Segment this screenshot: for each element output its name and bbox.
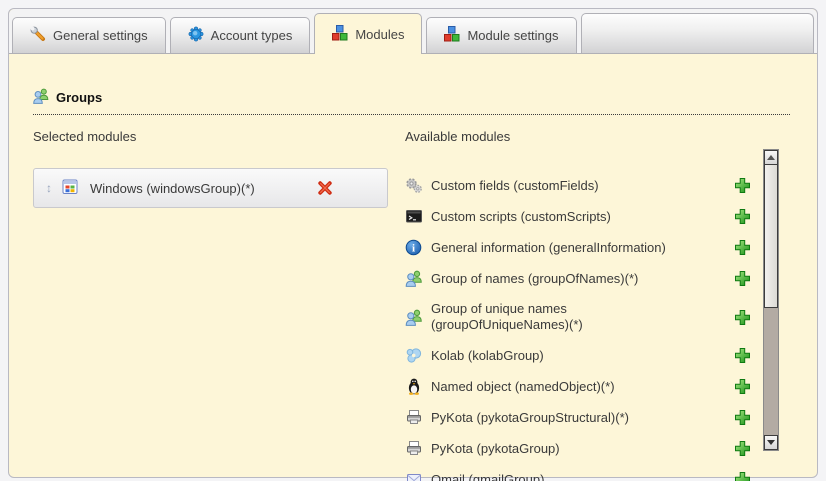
available-modules-column: Available modules Custom fi xyxy=(405,129,779,481)
settings-window: General settings Account types xyxy=(8,8,818,478)
tab-label: Account types xyxy=(211,28,293,43)
cubes-icon xyxy=(444,26,460,45)
delete-x-icon[interactable] xyxy=(317,180,333,196)
penguin-icon xyxy=(405,378,423,395)
blue-gear-icon xyxy=(188,26,204,45)
add-plus-icon[interactable] xyxy=(734,270,751,287)
module-label: Group of names (groupOfNames)(*) xyxy=(431,271,703,287)
printer-icon xyxy=(405,409,423,426)
svg-text:i: i xyxy=(412,243,415,255)
selected-modules-column: Selected modules ↕ Windows (windowsGroup… xyxy=(33,129,405,481)
tab-account-types[interactable]: Account types xyxy=(170,17,311,53)
list-item-kolab: Kolab (kolabGroup) xyxy=(405,340,763,371)
list-item-named-object: Named object (namedObject)(*) xyxy=(405,371,763,402)
add-plus-icon[interactable] xyxy=(734,239,751,256)
scrollbar-track[interactable] xyxy=(764,308,778,435)
groups-icon xyxy=(405,270,423,287)
groups-icon xyxy=(405,309,423,326)
modules-columns: Selected modules ↕ Windows (windowsGroup… xyxy=(33,129,779,481)
tab-modules[interactable]: Modules xyxy=(314,13,422,54)
windows-icon xyxy=(62,179,78,198)
section-heading-groups: Groups xyxy=(33,88,790,115)
list-item-pykota-structural: PyKota (pykotaGroupStructural)(*) xyxy=(405,402,763,433)
scrollbar-down-button[interactable] xyxy=(764,435,778,450)
tab-label: General settings xyxy=(53,28,148,43)
list-item-pykota: PyKota (pykotaGroup) xyxy=(405,433,763,464)
terminal-icon xyxy=(405,208,423,225)
scrollbar-up-button[interactable] xyxy=(764,150,778,165)
printer-icon xyxy=(405,440,423,457)
tab-label: Modules xyxy=(355,27,404,42)
module-label: Kolab (kolabGroup) xyxy=(431,348,703,364)
kolab-icon xyxy=(405,347,423,364)
add-plus-icon[interactable] xyxy=(734,378,751,395)
module-label: PyKota (pykotaGroup) xyxy=(431,441,703,457)
module-label: Group of unique names(groupOfUniqueNames… xyxy=(431,301,703,333)
module-label: Named object (namedObject)(*) xyxy=(431,379,703,395)
list-item-qmail: Qmail (qmailGroup) xyxy=(405,464,763,481)
gears-icon xyxy=(405,177,423,194)
tab-module-settings[interactable]: Module settings xyxy=(426,17,576,53)
drag-handle-icon[interactable]: ↕ xyxy=(46,181,52,195)
wrench-icon xyxy=(30,26,46,45)
groups-icon xyxy=(33,88,49,107)
add-plus-icon[interactable] xyxy=(734,471,751,481)
module-label: General information (generalInformation) xyxy=(431,240,703,256)
add-plus-icon[interactable] xyxy=(734,309,751,326)
cubes-icon xyxy=(332,25,348,44)
tab-bar: General settings Account types xyxy=(9,9,817,54)
module-label: Custom scripts (customScripts) xyxy=(431,209,703,225)
add-plus-icon[interactable] xyxy=(734,208,751,225)
selected-module-row[interactable]: ↕ Windows (windowsGroup)(*) xyxy=(33,168,388,208)
info-icon: i xyxy=(405,239,423,256)
available-modules-list: Custom fields (customFields) xyxy=(405,170,763,481)
tab-bar-filler xyxy=(581,13,814,53)
module-label: Qmail (qmailGroup) xyxy=(431,472,703,481)
list-item-custom-fields: Custom fields (customFields) xyxy=(405,170,763,201)
add-plus-icon[interactable] xyxy=(734,440,751,457)
scrollbar-thumb[interactable] xyxy=(764,165,778,308)
arrow-down-icon xyxy=(767,440,775,445)
add-plus-icon[interactable] xyxy=(734,347,751,364)
envelope-icon xyxy=(405,471,423,481)
list-item-group-of-unique-names: Group of unique names(groupOfUniqueNames… xyxy=(405,294,763,340)
available-modules-heading: Available modules xyxy=(405,129,763,145)
arrow-up-icon xyxy=(767,155,775,160)
section-title: Groups xyxy=(56,90,102,105)
module-label: PyKota (pykotaGroupStructural)(*) xyxy=(431,410,703,426)
available-list-scrollbar[interactable] xyxy=(763,149,779,451)
add-plus-icon[interactable] xyxy=(734,177,751,194)
tab-general-settings[interactable]: General settings xyxy=(12,17,166,53)
module-label: Custom fields (customFields) xyxy=(431,178,703,194)
list-item-custom-scripts: Custom scripts (customScripts) xyxy=(405,201,763,232)
list-item-group-of-names: Group of names (groupOfNames)(*) xyxy=(405,263,763,294)
add-plus-icon[interactable] xyxy=(734,409,751,426)
selected-modules-heading: Selected modules xyxy=(33,129,405,145)
list-item-general-information: i General information (generalInformatio… xyxy=(405,232,763,263)
selected-module-label: Windows (windowsGroup)(*) xyxy=(90,181,255,196)
tab-label: Module settings xyxy=(467,28,558,43)
